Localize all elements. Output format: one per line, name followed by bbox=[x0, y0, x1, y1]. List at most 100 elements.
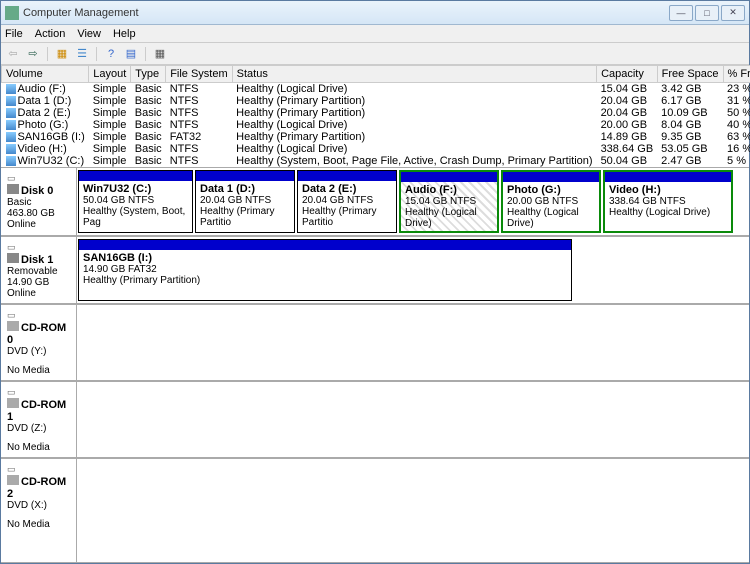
partition[interactable]: Photo (G:)20.00 GB NTFSHealthy (Logical … bbox=[501, 170, 601, 233]
cdrom-panel: ▭CD-ROM 0DVD (Y:)No Media bbox=[1, 304, 749, 381]
content-area: VolumeLayoutTypeFile SystemStatusCapacit… bbox=[1, 65, 749, 563]
forward-icon[interactable]: ⇨ bbox=[25, 46, 41, 62]
cdrom-body bbox=[77, 305, 749, 381]
collapse-icon[interactable]: ▭ bbox=[7, 242, 16, 252]
menu-file[interactable]: File bbox=[5, 28, 23, 40]
cdrom-icon bbox=[7, 475, 19, 485]
partition-info: Photo (G:)20.00 GB NTFSHealthy (Logical … bbox=[503, 182, 599, 231]
properties-icon[interactable]: ☰ bbox=[74, 46, 90, 62]
disk-icon bbox=[7, 184, 19, 194]
table-cell: 50.04 GB bbox=[597, 155, 658, 167]
maximize-button[interactable]: □ bbox=[695, 5, 719, 21]
menu-action[interactable]: Action bbox=[35, 28, 66, 40]
table-cell: 53.05 GB bbox=[657, 143, 723, 155]
table-cell: 16 % bbox=[723, 143, 750, 155]
table-row[interactable]: Data 1 (D:)SimpleBasicNTFSHealthy (Prima… bbox=[2, 95, 750, 107]
partition[interactable]: Data 1 (D:)20.04 GB NTFSHealthy (Primary… bbox=[195, 170, 295, 233]
table-cell: NTFS bbox=[166, 95, 232, 107]
table-cell: 5 % bbox=[723, 155, 750, 167]
table-cell: 10.09 GB bbox=[657, 107, 723, 119]
table-cell: Basic bbox=[131, 107, 166, 119]
partition-color-bar bbox=[79, 240, 571, 250]
table-cell: SAN16GB (I:) bbox=[2, 131, 89, 143]
table-cell: Simple bbox=[89, 131, 131, 143]
table-row[interactable]: Video (H:)SimpleBasicNTFSHealthy (Logica… bbox=[2, 143, 750, 155]
table-cell: Simple bbox=[89, 143, 131, 155]
partitions-area: Win7U32 (C:)50.04 GB NTFSHealthy (System… bbox=[77, 168, 749, 236]
table-cell: Simple bbox=[89, 107, 131, 119]
table-cell: Simple bbox=[89, 95, 131, 107]
action-icon[interactable]: ▤ bbox=[123, 46, 139, 62]
table-cell: Healthy (Primary Partition) bbox=[232, 107, 596, 119]
partition[interactable]: SAN16GB (I:)14.90 GB FAT32Healthy (Prima… bbox=[78, 239, 572, 301]
collapse-icon[interactable]: ▭ bbox=[7, 310, 16, 320]
partition-color-bar bbox=[605, 172, 731, 182]
table-cell: Basic bbox=[131, 155, 166, 167]
collapse-icon[interactable]: ▭ bbox=[7, 387, 16, 397]
table-cell: NTFS bbox=[166, 107, 232, 119]
partition[interactable]: Audio (F:)15.04 GB NTFSHealthy (Logical … bbox=[399, 170, 499, 233]
table-cell: Basic bbox=[131, 131, 166, 143]
table-cell: Healthy (Logical Drive) bbox=[232, 143, 596, 155]
table-cell: NTFS bbox=[166, 83, 232, 96]
volumes-table: VolumeLayoutTypeFile SystemStatusCapacit… bbox=[1, 65, 750, 167]
disk-icon bbox=[7, 253, 19, 263]
volume-icon bbox=[6, 120, 16, 130]
table-row[interactable]: Photo (G:)SimpleBasicNTFSHealthy (Logica… bbox=[2, 119, 750, 131]
table-cell: Basic bbox=[131, 119, 166, 131]
disk-header[interactable]: ▭Disk 0Basic463.80 GBOnline bbox=[1, 168, 77, 236]
table-cell: 2.47 GB bbox=[657, 155, 723, 167]
table-cell: Data 1 (D:) bbox=[2, 95, 89, 107]
column-header[interactable]: Status bbox=[232, 66, 596, 83]
cdrom-header[interactable]: ▭CD-ROM 0DVD (Y:)No Media bbox=[1, 305, 77, 381]
minimize-button[interactable]: — bbox=[669, 5, 693, 21]
collapse-icon[interactable]: ▭ bbox=[7, 173, 16, 183]
table-cell: Healthy (Logical Drive) bbox=[232, 119, 596, 131]
table-cell: 31 % bbox=[723, 95, 750, 107]
toolbar-separator bbox=[96, 47, 97, 61]
partition[interactable]: Win7U32 (C:)50.04 GB NTFSHealthy (System… bbox=[78, 170, 193, 233]
partition-color-bar bbox=[401, 172, 497, 182]
app-icon bbox=[5, 6, 19, 20]
partitions-area: SAN16GB (I:)14.90 GB FAT32Healthy (Prima… bbox=[77, 237, 749, 304]
table-row[interactable]: Data 2 (E:)SimpleBasicNTFSHealthy (Prima… bbox=[2, 107, 750, 119]
table-cell: Basic bbox=[131, 83, 166, 96]
table-row[interactable]: Win7U32 (C:)SimpleBasicNTFSHealthy (Syst… bbox=[2, 155, 750, 167]
column-header[interactable]: Layout bbox=[89, 66, 131, 83]
cdrom-header[interactable]: ▭CD-ROM 1DVD (Z:)No Media bbox=[1, 382, 77, 458]
column-header[interactable]: Free Space bbox=[657, 66, 723, 83]
table-row[interactable]: Audio (F:)SimpleBasicNTFSHealthy (Logica… bbox=[2, 83, 750, 96]
table-cell: 20.04 GB bbox=[597, 107, 658, 119]
cdrom-header[interactable]: ▭CD-ROM 2DVD (X:)No Media bbox=[1, 459, 77, 563]
table-cell: 20.04 GB bbox=[597, 95, 658, 107]
window-title: Computer Management bbox=[23, 7, 669, 19]
partition-color-bar bbox=[196, 171, 294, 181]
partition[interactable]: Video (H:)338.64 GB NTFSHealthy (Logical… bbox=[603, 170, 733, 233]
table-cell: 6.17 GB bbox=[657, 95, 723, 107]
table-cell: 8.04 GB bbox=[657, 119, 723, 131]
close-button[interactable]: ✕ bbox=[721, 5, 745, 21]
table-cell: Healthy (Primary Partition) bbox=[232, 95, 596, 107]
refresh-icon[interactable]: ▦ bbox=[54, 46, 70, 62]
column-header[interactable]: Capacity bbox=[597, 66, 658, 83]
disk-header[interactable]: ▭Disk 1Removable14.90 GBOnline bbox=[1, 237, 77, 304]
partition-color-bar bbox=[79, 171, 192, 181]
help-icon[interactable]: ? bbox=[103, 46, 119, 62]
table-cell: 63 % bbox=[723, 131, 750, 143]
list-icon[interactable]: ▦ bbox=[152, 46, 168, 62]
table-cell: Simple bbox=[89, 155, 131, 167]
column-header[interactable]: Volume bbox=[2, 66, 89, 83]
table-row[interactable]: SAN16GB (I:)SimpleBasicFAT32Healthy (Pri… bbox=[2, 131, 750, 143]
menu-help[interactable]: Help bbox=[113, 28, 136, 40]
collapse-icon[interactable]: ▭ bbox=[7, 464, 16, 474]
table-cell: Simple bbox=[89, 119, 131, 131]
cdrom-panel: ▭CD-ROM 1DVD (Z:)No Media bbox=[1, 381, 749, 458]
table-cell: NTFS bbox=[166, 119, 232, 131]
column-header[interactable]: Type bbox=[131, 66, 166, 83]
table-cell: 50 % bbox=[723, 107, 750, 119]
column-header[interactable]: % Free bbox=[723, 66, 750, 83]
menu-view[interactable]: View bbox=[77, 28, 101, 40]
column-header[interactable]: File System bbox=[166, 66, 232, 83]
cdrom-icon bbox=[7, 321, 19, 331]
partition[interactable]: Data 2 (E:)20.04 GB NTFSHealthy (Primary… bbox=[297, 170, 397, 233]
